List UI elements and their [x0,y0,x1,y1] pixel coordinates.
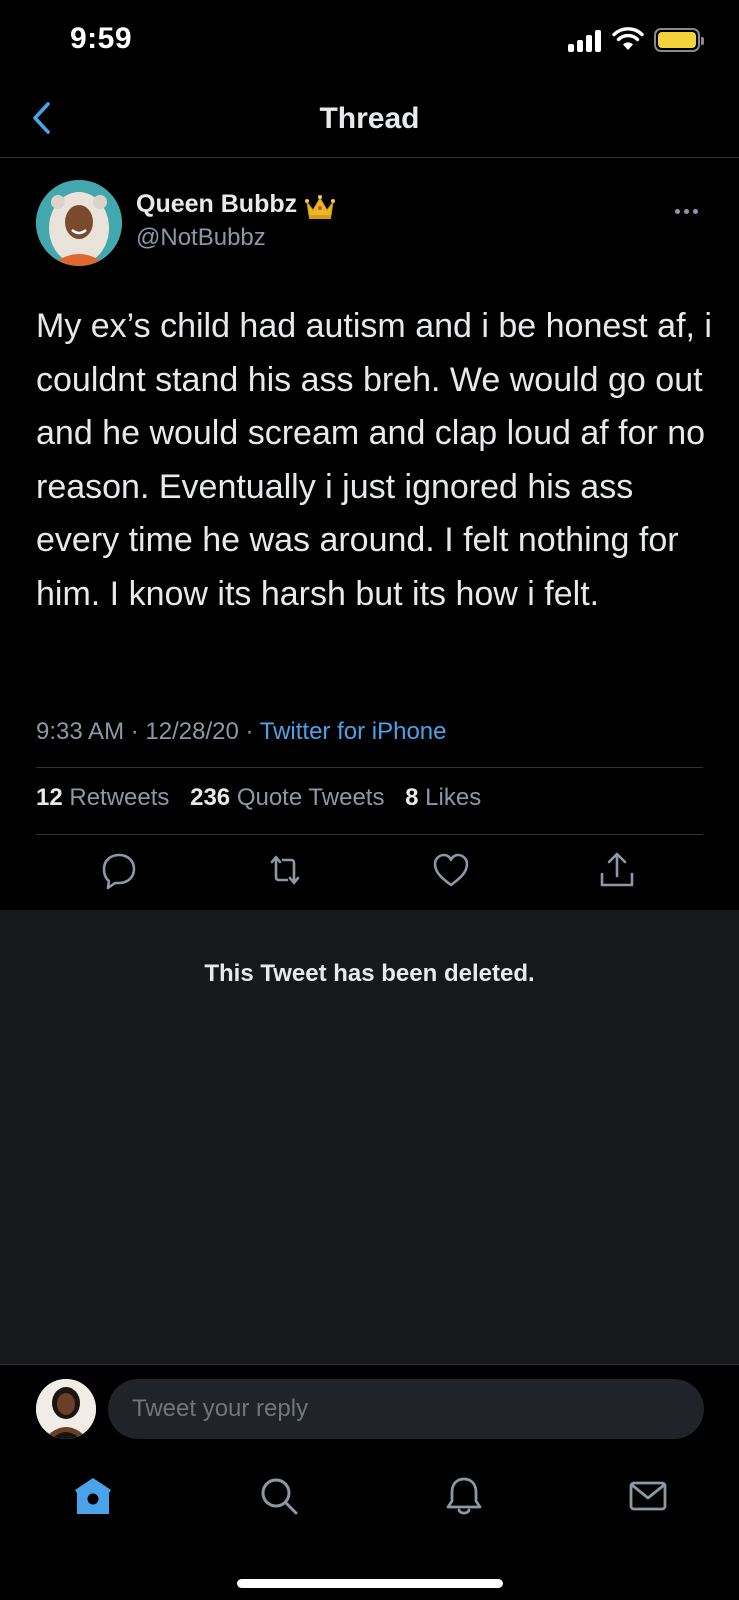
retweets-stat[interactable]: 12 Retweets [36,784,169,811]
retweet-icon[interactable] [265,850,305,890]
more-icon[interactable] [672,206,702,218]
reply-icon[interactable] [99,850,139,890]
share-icon[interactable] [597,850,637,890]
nav-bar: Thread [0,80,739,158]
search-icon[interactable] [257,1474,301,1518]
author-avatar[interactable] [36,180,122,266]
signal-icon [568,30,604,52]
divider [36,834,703,835]
reply-bar [0,1364,739,1454]
battery-icon [654,28,704,52]
reply-input[interactable] [108,1379,704,1439]
tweet-source-link[interactable]: Twitter for iPhone [260,718,447,745]
tweet-stats: 12 Retweets 236 Quote Tweets 8 Likes [36,784,495,812]
meta-separator: · [130,718,146,745]
page-title: Thread [319,102,420,135]
retweets-count: 12 [36,784,63,811]
quote-tweets-stat[interactable]: 236 Quote Tweets [190,784,384,811]
status-time: 9:59 [70,22,133,55]
tweet-time: 9:33 AM [36,718,125,745]
like-icon[interactable] [431,850,471,890]
crown-icon [305,195,335,219]
divider [36,767,703,768]
likes-label: Likes [425,784,482,811]
quote-tweets-label: Quote Tweets [236,784,385,811]
author-display-name[interactable]: Queen Bubbz [136,190,297,219]
notifications-icon[interactable] [442,1474,486,1518]
tweet-text: My ex’s child had autism and i be honest… [36,307,712,613]
likes-count: 8 [405,784,419,811]
home-icon[interactable] [71,1474,115,1518]
tweet-meta: 9:33 AM · 12/28/20 · Twitter for iPhone [36,718,446,746]
status-bar: 9:59 [0,0,739,80]
messages-icon[interactable] [626,1474,670,1518]
tweet-date: 12/28/20 [145,718,239,745]
author-handle[interactable]: @NotBubbz [136,224,266,252]
wifi-icon [612,27,644,50]
meta-separator: · [245,718,260,745]
main-tweet: Queen Bubbz @NotBubbz My ex’s child had … [0,158,739,910]
home-indicator[interactable] [237,1579,503,1588]
deleted-tweet-placeholder: This Tweet has been deleted. [0,910,739,1364]
tweet-actions [0,838,739,910]
likes-stat[interactable]: 8 Likes [405,784,481,811]
current-user-avatar[interactable] [36,1379,96,1439]
retweets-label: Retweets [69,784,170,811]
deleted-notice: This Tweet has been deleted. [204,960,535,987]
quote-tweets-count: 236 [190,784,231,811]
tab-bar [0,1454,739,1600]
